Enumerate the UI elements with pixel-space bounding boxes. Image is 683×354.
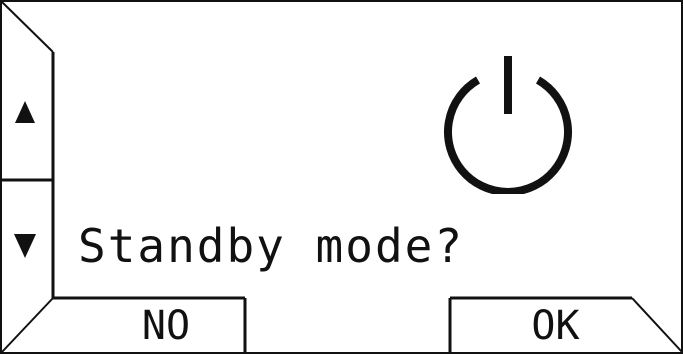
scroll-down-button[interactable] xyxy=(8,212,42,272)
ok-button[interactable]: OK xyxy=(448,298,683,350)
scroll-up-button[interactable] xyxy=(8,85,42,145)
dialog-prompt: Standby mode? xyxy=(78,219,465,273)
no-button[interactable]: NO xyxy=(36,298,256,350)
ok-button-label: OK xyxy=(531,303,580,349)
power-icon xyxy=(432,52,584,196)
triangle-down-icon xyxy=(14,234,36,258)
no-button-label: NO xyxy=(141,303,191,349)
standby-dialog-screen: Standby mode? NO OK xyxy=(0,0,683,354)
triangle-up-icon xyxy=(15,101,35,123)
